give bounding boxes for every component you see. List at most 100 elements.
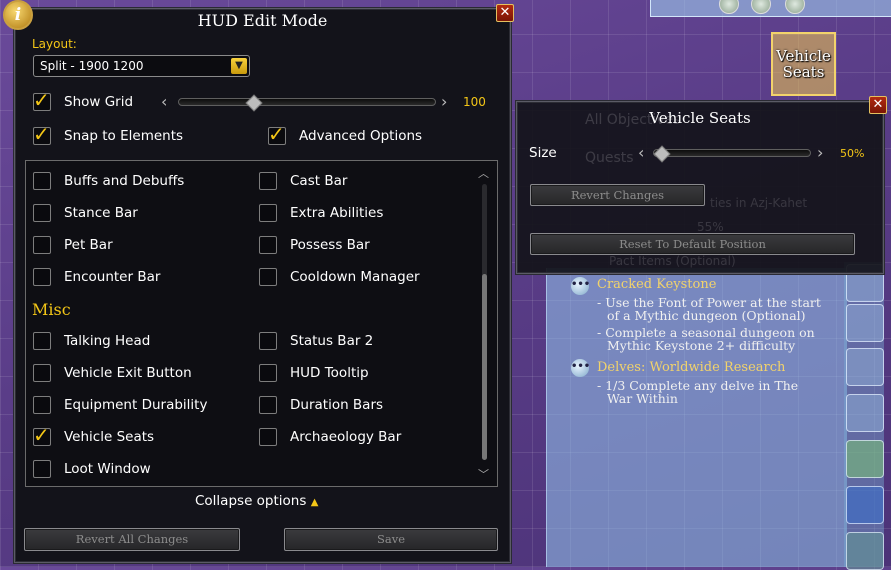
- size-value: 50%: [840, 147, 865, 160]
- option-checkbox[interactable]: [259, 428, 277, 446]
- objective-tracker: ••• Cracked Keystone - Use the Font of P…: [546, 268, 847, 567]
- option-checkbox[interactable]: [259, 236, 277, 254]
- close-icon[interactable]: ✕: [869, 96, 887, 114]
- tracker-title-2[interactable]: Delves: Worldwide Research: [597, 360, 785, 375]
- layout-dropdown[interactable]: Split - 1900 1200 ▼: [33, 55, 250, 77]
- show-grid-checkbox[interactable]: ✓: [33, 88, 51, 112]
- crystal-icon[interactable]: [846, 486, 884, 524]
- collapse-options-toggle[interactable]: Collapse options ▲: [195, 493, 318, 509]
- option-label: Possess Bar: [290, 237, 370, 253]
- option-checkbox[interactable]: [259, 172, 277, 190]
- revert-all-changes-button[interactable]: Revert All Changes: [24, 528, 240, 551]
- checkmark-icon: ✓: [33, 122, 50, 146]
- option-checkbox[interactable]: [259, 332, 277, 350]
- action-slot[interactable]: [846, 532, 884, 570]
- option-label: Talking Head: [64, 333, 151, 349]
- option-checkbox[interactable]: [33, 396, 51, 414]
- tracker-title-1[interactable]: Cracked Keystone: [597, 277, 716, 292]
- advanced-options-checkbox[interactable]: ✓: [268, 122, 286, 146]
- option-label: Stance Bar: [64, 205, 138, 221]
- option-label: Extra Abilities: [290, 205, 384, 221]
- grid-size-slider[interactable]: [178, 98, 436, 106]
- size-slider[interactable]: [653, 149, 811, 157]
- option-checkbox[interactable]: [33, 364, 51, 382]
- snap-to-elements-label: Snap to Elements: [64, 128, 184, 144]
- option-label: Buffs and Debuffs: [64, 173, 185, 189]
- snap-to-elements-checkbox[interactable]: ✓: [33, 122, 51, 146]
- chevron-right-icon[interactable]: ›: [441, 94, 447, 110]
- checkmark-icon: ✓: [33, 423, 50, 447]
- option-label: Loot Window: [64, 461, 151, 477]
- collapse-options-label: Collapse options: [195, 493, 307, 509]
- grid-size-value: 100: [463, 95, 486, 109]
- option-label: Pet Bar: [64, 237, 113, 253]
- reset-to-default-position-button[interactable]: Reset To Default Position: [530, 233, 855, 255]
- option-label: Equipment Durability: [64, 397, 208, 413]
- layout-label: Layout:: [32, 37, 77, 51]
- chevron-left-icon[interactable]: ‹: [638, 145, 644, 161]
- panel-title: HUD Edit Mode: [197, 11, 328, 30]
- close-icon[interactable]: ✕: [496, 4, 514, 22]
- top-right-frame: [650, 0, 891, 17]
- advanced-options-label: Advanced Options: [299, 128, 423, 144]
- widget-label-line1: Vehicle: [776, 47, 831, 65]
- option-checkbox[interactable]: [259, 204, 277, 222]
- tracker-line: Mythic Keystone 2+ difficulty: [607, 338, 796, 353]
- tracker-line: War Within: [607, 391, 678, 406]
- option-checkbox[interactable]: [259, 268, 277, 286]
- chevron-down-icon[interactable]: ▼: [231, 58, 247, 74]
- keystone-icon: •••: [571, 277, 590, 295]
- option-checkbox[interactable]: [33, 460, 51, 478]
- ghost-text: ties in Azj-Kahet: [710, 196, 808, 210]
- option-label: Vehicle Seats: [64, 429, 155, 445]
- scroll-down-icon[interactable]: ﹀: [478, 466, 489, 482]
- option-label: Archaeology Bar: [290, 429, 402, 445]
- triangle-up-icon: ▲: [310, 497, 319, 508]
- save-button[interactable]: Save: [284, 528, 498, 551]
- option-checkbox[interactable]: [33, 236, 51, 254]
- minimap-icon: [719, 0, 739, 14]
- chevron-left-icon[interactable]: ‹: [161, 94, 167, 110]
- option-checkbox[interactable]: [259, 396, 277, 414]
- tracker-line: of a Mythic dungeon (Optional): [607, 308, 806, 323]
- option-label: Cooldown Manager: [290, 269, 420, 285]
- action-bar-column: [844, 262, 884, 570]
- ghost-text: 55%: [697, 220, 724, 234]
- action-slot[interactable]: [846, 348, 884, 386]
- option-label: Duration Bars: [290, 397, 384, 413]
- ghost-text: Quests: [585, 150, 634, 166]
- show-grid-label: Show Grid: [64, 94, 134, 110]
- layout-value: Split - 1900 1200: [40, 59, 144, 73]
- widget-label-line2: Seats: [782, 63, 825, 81]
- revert-changes-button[interactable]: Revert Changes: [530, 184, 705, 206]
- checkmark-icon: ✓: [268, 122, 285, 146]
- action-slot[interactable]: [846, 394, 884, 432]
- vehicle-seats-widget[interactable]: Vehicle Seats: [771, 32, 836, 96]
- scrollbar-track[interactable]: [482, 184, 487, 460]
- option-label: Status Bar 2: [290, 333, 374, 349]
- option-checkbox[interactable]: ✓: [33, 423, 51, 447]
- info-icon[interactable]: i: [3, 0, 33, 30]
- option-checkbox[interactable]: [33, 204, 51, 222]
- option-label: HUD Tooltip: [290, 365, 369, 381]
- scrollbar-thumb[interactable]: [482, 274, 487, 460]
- minimap-icon: [751, 0, 771, 14]
- ghost-text: Pact Items (Optional): [609, 254, 736, 268]
- option-label: Vehicle Exit Button: [64, 365, 192, 381]
- checkmark-icon: ✓: [33, 88, 50, 112]
- action-slot[interactable]: [846, 304, 884, 342]
- leaf-icon[interactable]: [846, 440, 884, 478]
- option-label: Cast Bar: [290, 173, 348, 189]
- option-label: Encounter Bar: [64, 269, 161, 285]
- option-checkbox[interactable]: [33, 268, 51, 286]
- option-checkbox[interactable]: [33, 332, 51, 350]
- option-checkbox[interactable]: [259, 364, 277, 382]
- option-checkbox[interactable]: [33, 172, 51, 190]
- delve-icon: •••: [571, 359, 590, 377]
- chevron-right-icon[interactable]: ›: [817, 145, 823, 161]
- scroll-up-icon[interactable]: ︿: [478, 165, 489, 181]
- vehicle-panel-title: Vehicle Seats: [649, 109, 751, 127]
- misc-heading: Misc: [32, 300, 71, 319]
- size-label: Size: [529, 145, 557, 161]
- minimap-icon: [785, 0, 805, 14]
